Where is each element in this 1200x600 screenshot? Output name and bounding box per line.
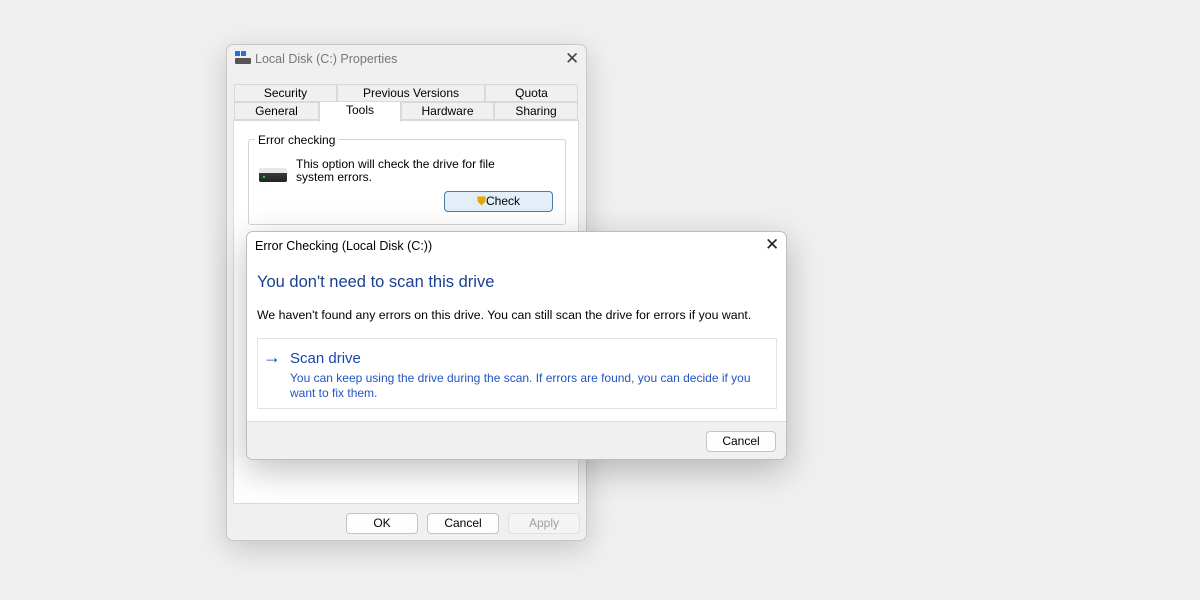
tab-general[interactable]: General bbox=[234, 102, 319, 120]
apply-button[interactable]: Apply bbox=[508, 513, 580, 534]
cancel-button[interactable]: Cancel bbox=[427, 513, 499, 534]
tab-tools[interactable]: Tools bbox=[319, 101, 401, 122]
group-heading: Error checking bbox=[255, 133, 339, 147]
dialog-footer: Cancel bbox=[247, 421, 786, 459]
arrow-right-icon: → bbox=[263, 347, 281, 367]
ok-button[interactable]: OK bbox=[346, 513, 418, 534]
uac-shield-icon: ⛊ bbox=[476, 194, 486, 208]
scan-drive-option[interactable]: → Scan drive You can keep using the driv… bbox=[257, 338, 777, 409]
close-icon[interactable]: ✕ bbox=[565, 49, 579, 69]
error-checking-dialog: Error Checking (Local Disk (C:)) ✕ You d… bbox=[246, 231, 787, 460]
close-icon[interactable]: ✕ bbox=[765, 235, 779, 255]
dialog-body: We haven't found any errors on this driv… bbox=[257, 308, 752, 322]
tab-security[interactable]: Security bbox=[234, 84, 337, 102]
tab-previous-versions[interactable]: Previous Versions bbox=[337, 84, 485, 102]
error-checking-group: Error checking This option will check th… bbox=[248, 133, 566, 225]
tab-hardware[interactable]: Hardware bbox=[401, 102, 494, 120]
scan-drive-label: Scan drive bbox=[290, 350, 361, 367]
hard-drive-icon bbox=[259, 168, 287, 182]
error-checking-description: This option will check the drive for fil… bbox=[296, 157, 495, 184]
dialog-heading: You don't need to scan this drive bbox=[257, 273, 495, 291]
scan-drive-description: You can keep using the drive during the … bbox=[290, 371, 751, 400]
tab-sharing[interactable]: Sharing bbox=[494, 102, 578, 120]
dialog-cancel-button[interactable]: Cancel bbox=[706, 431, 776, 452]
window-title: Local Disk (C:) Properties bbox=[255, 52, 398, 66]
tab-quota[interactable]: Quota bbox=[485, 84, 578, 102]
dialog-title: Error Checking (Local Disk (C:)) bbox=[255, 239, 433, 253]
check-button[interactable]: ⛊Check bbox=[444, 191, 553, 212]
drive-properties-icon bbox=[235, 51, 251, 65]
